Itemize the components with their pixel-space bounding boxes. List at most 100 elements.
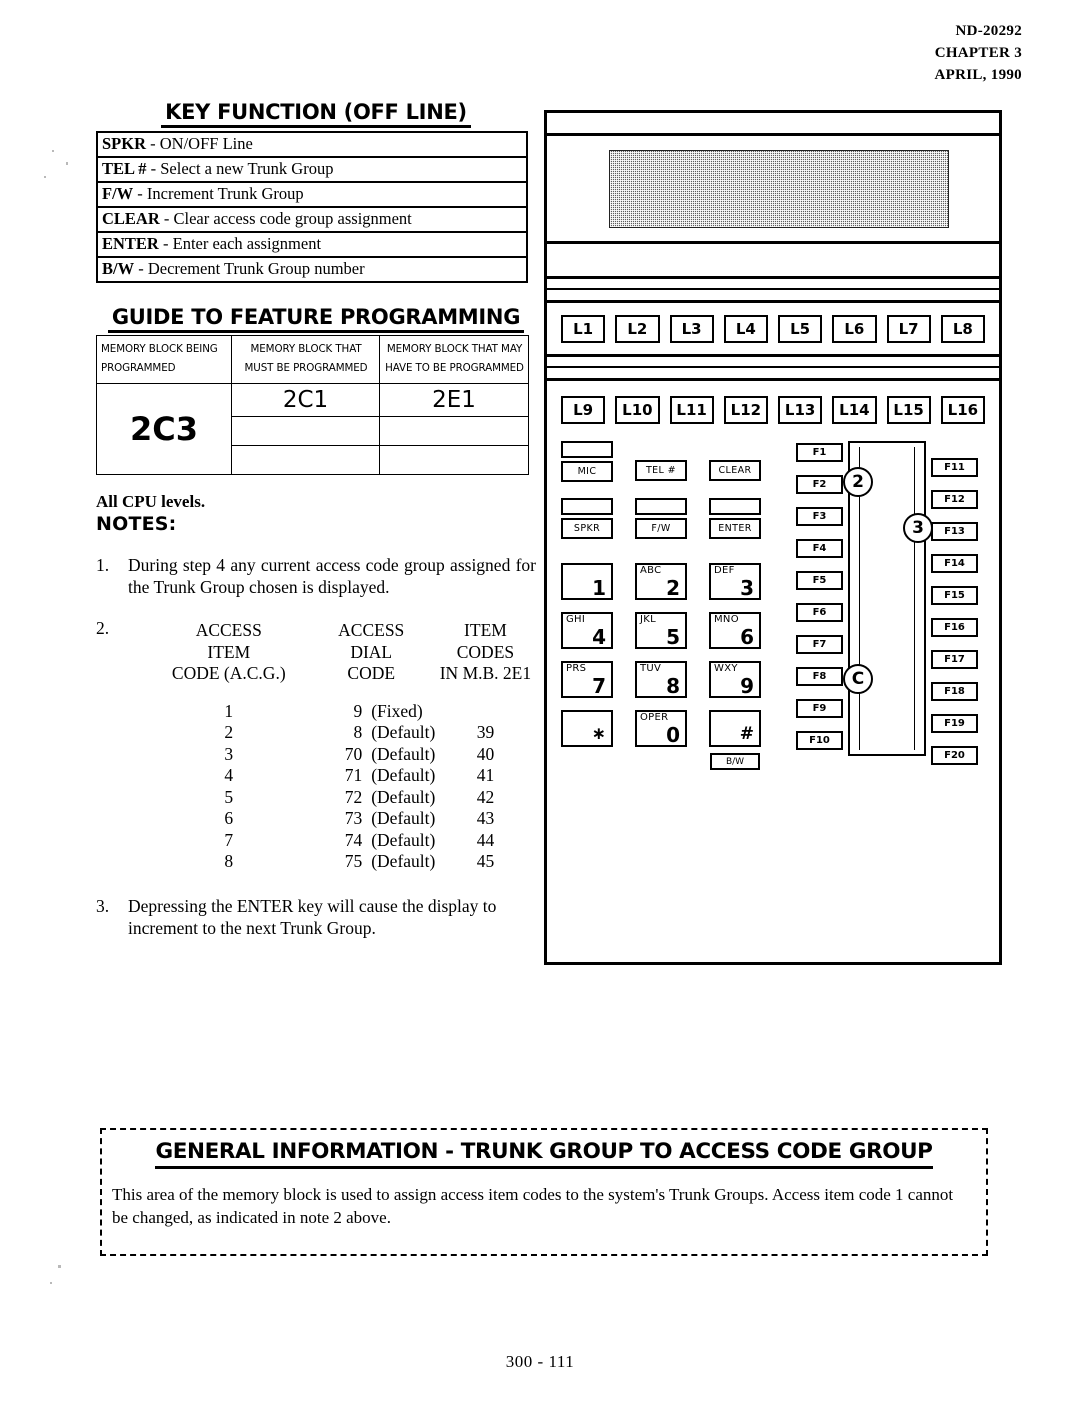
function-key-f3[interactable]: F3 [796, 507, 843, 526]
dial-letters: OPER [640, 712, 669, 723]
access-dial-code: 71 [344, 765, 363, 785]
line-key-l1[interactable]: L1 [561, 314, 606, 343]
dial-digit: 8 [666, 674, 680, 698]
function-key-f16[interactable]: F16 [931, 618, 978, 637]
access-header-row: CODE (A.C.G.) CODE IN M.B. 2E1 [128, 663, 558, 685]
spkr-key-label[interactable]: SPKR [561, 518, 613, 539]
line-key-l3[interactable]: L3 [669, 314, 714, 343]
dial-key-8[interactable]: TUV 8 [635, 661, 687, 698]
dial-key-7[interactable]: PRS 7 [561, 661, 613, 698]
dial-letters: MNO [714, 614, 739, 625]
function-key-f14[interactable]: F14 [931, 554, 978, 573]
dial-key-6[interactable]: MNO 6 [709, 612, 761, 649]
key-description: Enter each assignment [172, 234, 322, 253]
scan-artifact [50, 1282, 52, 1284]
line-key-l13[interactable]: L13 [778, 396, 823, 424]
access-item-code: 2 [224, 722, 234, 742]
line-key-l5[interactable]: L5 [778, 314, 823, 343]
line-key-row-1: L1 L2 L3 L4 L5 L6 L7 L8 [547, 303, 999, 357]
dial-key-3[interactable]: DEF 3 [709, 563, 761, 600]
note-text: Depressing the ENTER key will cause the … [128, 895, 497, 938]
memory-block-value: 2C3 [96, 383, 232, 475]
function-key-f11[interactable]: F11 [931, 458, 978, 477]
dial-digit: 9 [740, 674, 754, 698]
dial-key-star[interactable]: ∗ [561, 710, 613, 747]
function-key-f9[interactable]: F9 [796, 699, 843, 718]
fw-key-label[interactable]: F/W [635, 518, 687, 539]
function-key-mic[interactable]: MIC [561, 441, 613, 482]
line-key-l2[interactable]: L2 [615, 314, 660, 343]
line-key-l10[interactable]: L10 [615, 396, 660, 424]
line-key-l14[interactable]: L14 [832, 396, 877, 424]
key-name: F/W [102, 184, 134, 203]
table-row: 2C3 2C1 2E1 [96, 383, 529, 475]
col-item-codes: ITEM [464, 620, 507, 640]
enter-key-label[interactable]: ENTER [709, 518, 761, 539]
line-key-l4[interactable]: L4 [723, 314, 768, 343]
function-key-fw[interactable]: F/W [635, 498, 687, 539]
page-footer: 300 - 111 [505, 1352, 575, 1371]
chapter-label: CHAPTER 3 [934, 45, 1022, 61]
line-key-l9[interactable]: L9 [561, 396, 606, 424]
notes-heading: NOTES: [96, 513, 177, 535]
step-marker-c: C [843, 664, 873, 694]
access-dial-code: 75 [344, 851, 363, 871]
dial-letters: PRS [566, 663, 587, 674]
table-row: 1 9 (Fixed) [128, 701, 558, 723]
mic-indicator-box [561, 441, 613, 458]
function-key-f10[interactable]: F10 [796, 731, 843, 750]
access-dial-code: 9 [353, 700, 363, 721]
mic-key-label[interactable]: MIC [561, 461, 613, 482]
function-key-tel[interactable]: TEL # [635, 460, 687, 481]
function-key-f7[interactable]: F7 [796, 635, 843, 654]
dial-digit: 4 [592, 625, 606, 649]
note-item-2: 2. ACCESS ACCESS ITEM ITEM DIAL CODES CO [96, 617, 536, 873]
function-key-f18[interactable]: F18 [931, 682, 978, 701]
function-key-enter[interactable]: ENTER [709, 498, 761, 539]
tel-key-label[interactable]: TEL # [635, 460, 687, 481]
function-key-f4[interactable]: F4 [796, 539, 843, 558]
line-key-l8[interactable]: L8 [940, 314, 985, 343]
line-key-l15[interactable]: L15 [886, 396, 931, 424]
function-key-f19[interactable]: F19 [931, 714, 978, 733]
function-key-f1[interactable]: F1 [796, 443, 843, 462]
line-key-l6[interactable]: L6 [832, 314, 877, 343]
function-key-clear[interactable]: CLEAR [709, 460, 761, 481]
empty-cell [379, 445, 529, 475]
dial-key-2[interactable]: ABC 2 [635, 563, 687, 600]
lcd-display-screen [609, 150, 949, 228]
function-key-f5[interactable]: F5 [796, 571, 843, 590]
function-key-f17[interactable]: F17 [931, 650, 978, 669]
dial-digit: # [739, 724, 754, 744]
line-key-l16[interactable]: L16 [940, 396, 985, 424]
function-key-f2[interactable]: F2 [796, 475, 843, 494]
dial-digit: ∗ [591, 724, 606, 744]
line-key-l12[interactable]: L12 [723, 396, 768, 424]
key-function-cell: ENTER - Enter each assignment [96, 231, 528, 258]
note-item-1: 1. During step 4 any current access code… [96, 554, 536, 598]
dial-key-9[interactable]: WXY 9 [709, 661, 761, 698]
function-key-f15[interactable]: F15 [931, 586, 978, 605]
function-key-spkr[interactable]: SPKR [561, 498, 613, 539]
dial-key-hash[interactable]: # [709, 710, 761, 747]
header-line: MEMORY BLOCK THAT MAY [386, 343, 523, 355]
function-key-f13[interactable]: F13 [931, 522, 978, 541]
dial-key-1[interactable]: 1 [561, 563, 613, 600]
bw-key[interactable]: B/W [710, 753, 760, 770]
line-key-l11[interactable]: L11 [669, 396, 714, 424]
clear-key-label[interactable]: CLEAR [709, 460, 761, 481]
dial-key-4[interactable]: GHI 4 [561, 612, 613, 649]
function-key-f12[interactable]: F12 [931, 490, 978, 509]
dial-letters: JKL [640, 614, 656, 625]
line-key-l7[interactable]: L7 [886, 314, 931, 343]
function-key-f6[interactable]: F6 [796, 603, 843, 622]
key-name: B/W [102, 259, 135, 278]
dial-key-0[interactable]: OPER 0 [635, 710, 687, 747]
dial-digit: 5 [666, 625, 680, 649]
dial-digit: 6 [740, 625, 754, 649]
function-key-f8[interactable]: F8 [796, 667, 843, 686]
dial-key-5[interactable]: JKL 5 [635, 612, 687, 649]
dial-letters: TUV [640, 663, 662, 674]
dial-digit: 7 [592, 674, 606, 698]
function-key-f20[interactable]: F20 [931, 746, 978, 765]
